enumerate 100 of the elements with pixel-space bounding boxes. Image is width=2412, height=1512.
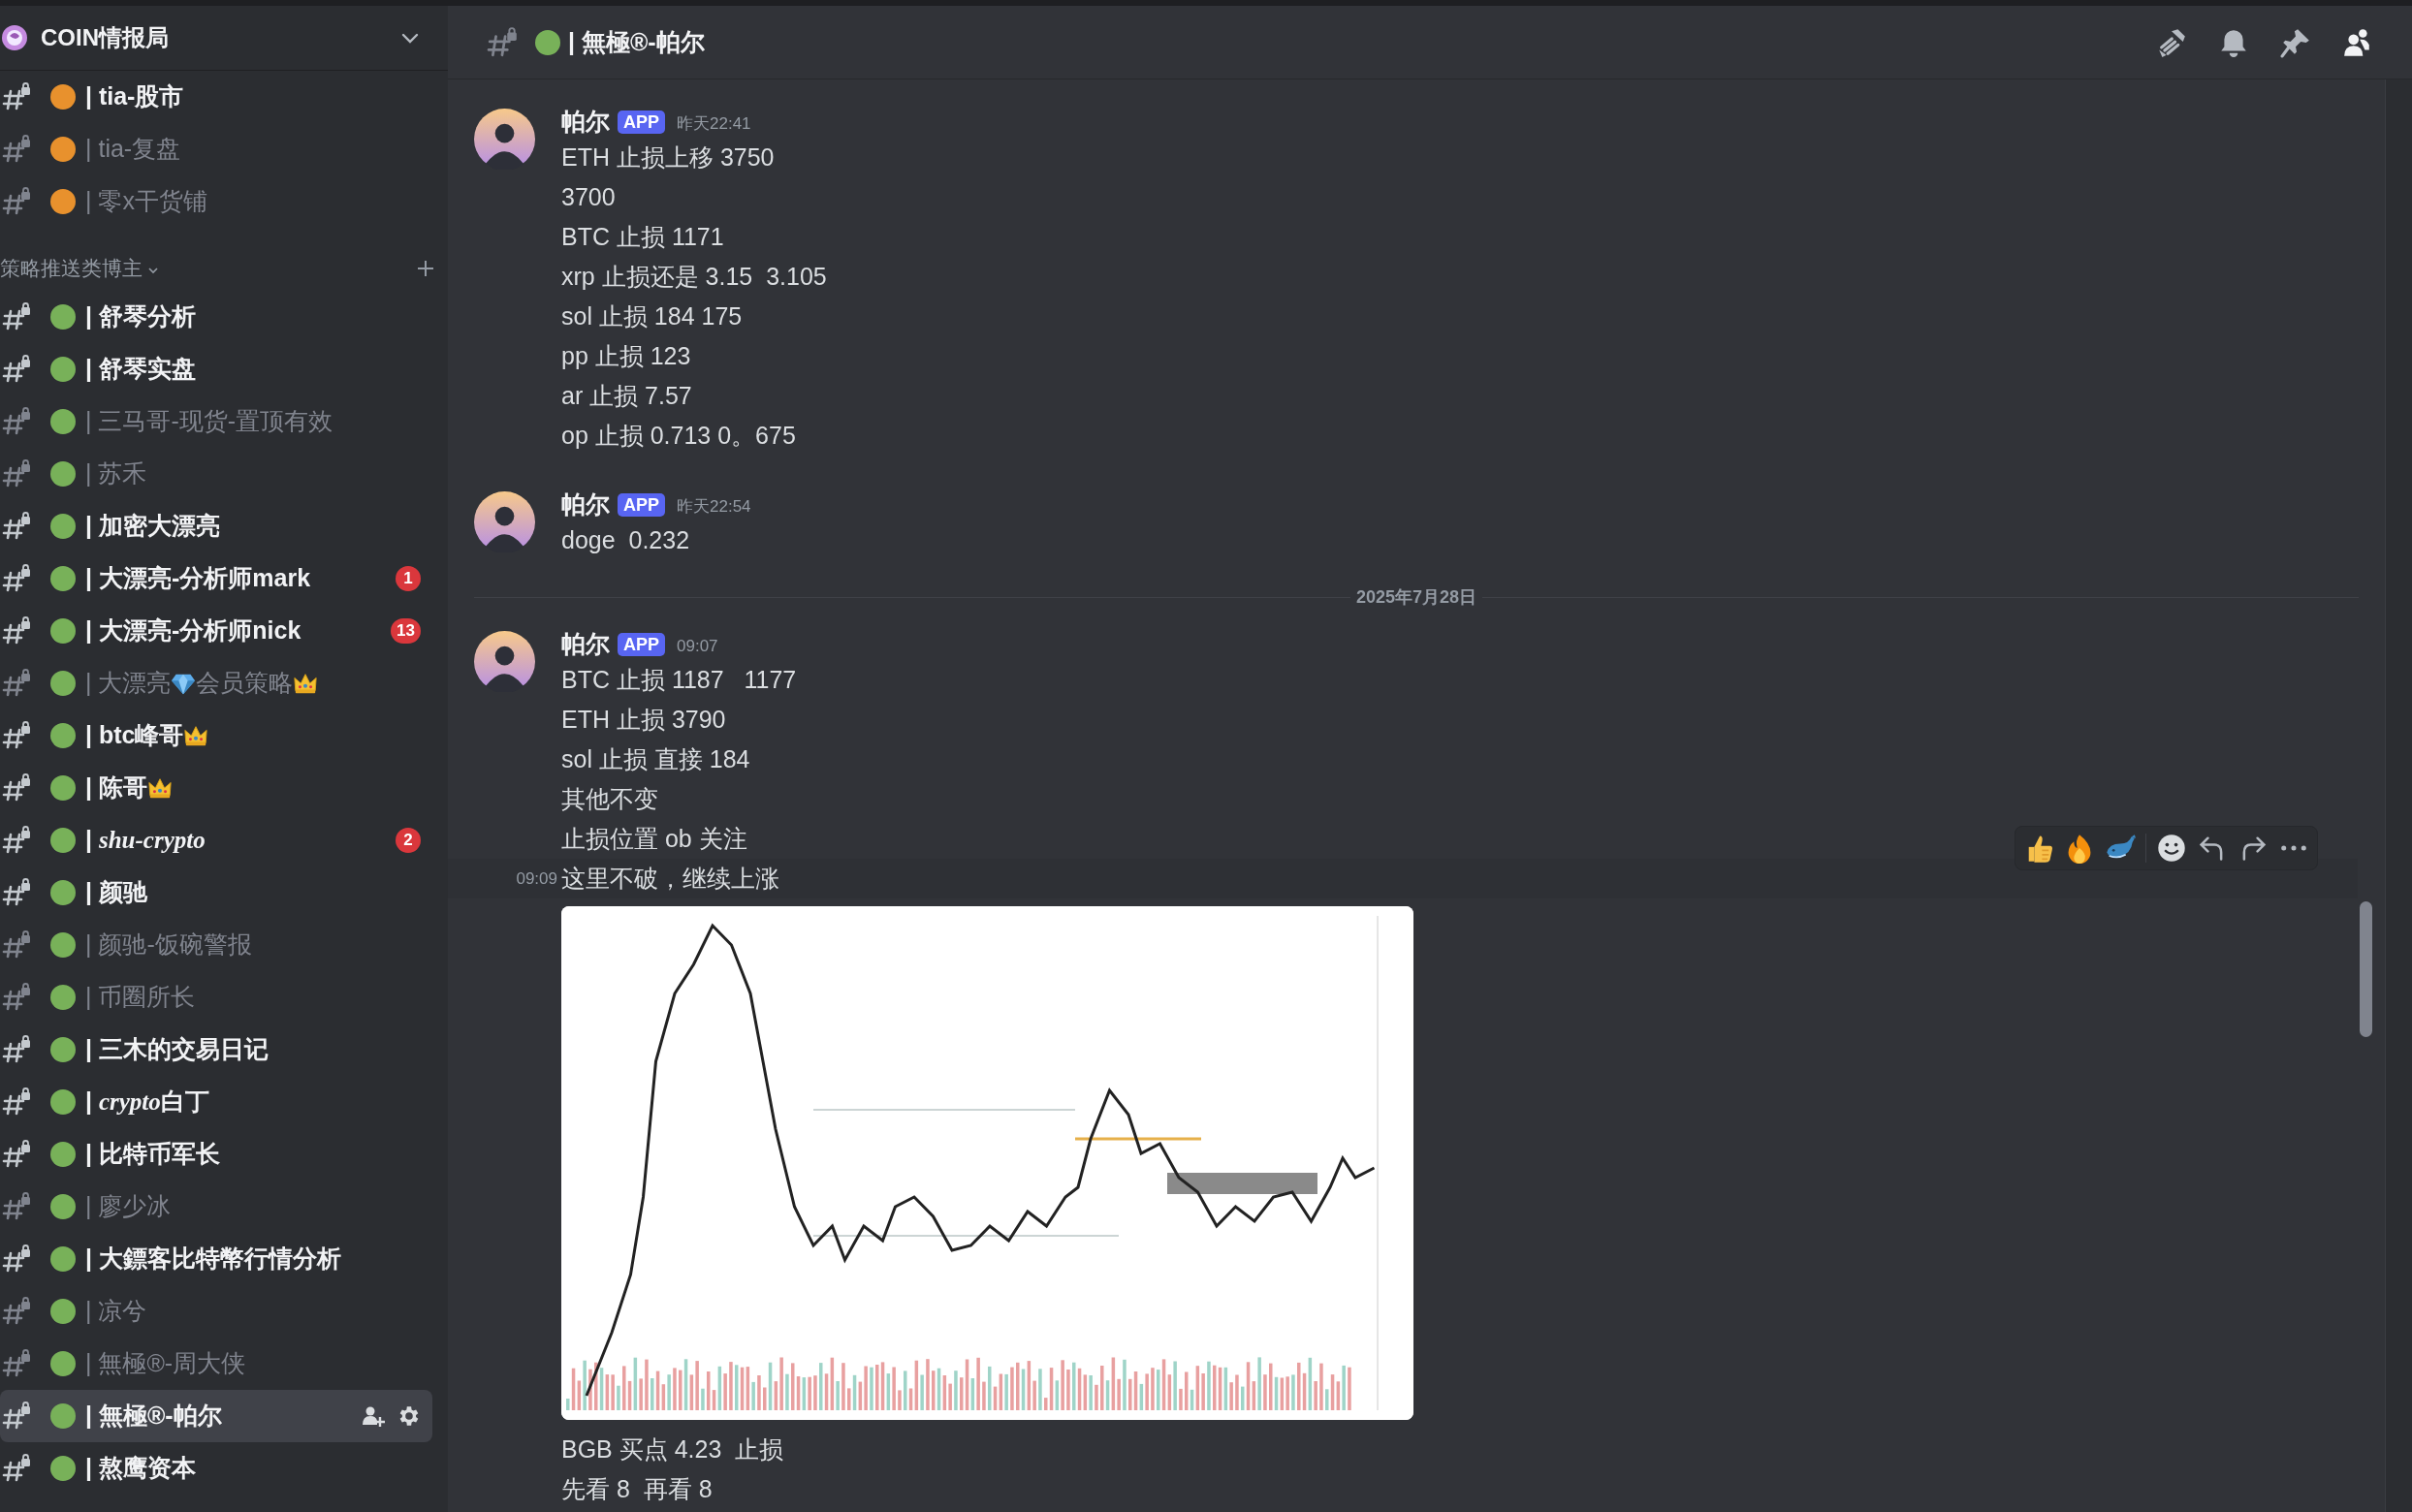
channel-item[interactable]: | 凉兮 xyxy=(0,1285,432,1338)
emoji-icon[interactable] xyxy=(2156,833,2187,864)
channel-item[interactable]: | 比特币军长 xyxy=(0,1128,432,1181)
message-text: 止损位置 ob 关注 xyxy=(561,824,748,854)
message-text: ar 止损 7.57 xyxy=(561,381,693,411)
locked-channel-icon xyxy=(2,1244,33,1274)
channel-item[interactable]: | 三木的交易日记 xyxy=(0,1024,432,1076)
unread-badge: 1 xyxy=(396,566,421,591)
add-icon[interactable] xyxy=(415,258,436,279)
locked-channel-icon xyxy=(2,82,33,111)
channel-item[interactable]: | 颜驰-饭碗警报 xyxy=(0,919,432,971)
locked-channel-icon xyxy=(2,773,33,803)
avatar[interactable] xyxy=(474,491,535,552)
channel-name: | 三木的交易日记 xyxy=(85,1034,269,1065)
author-name[interactable]: 帕尔 xyxy=(561,626,610,663)
locked-channel-icon xyxy=(2,826,33,855)
locked-channel-icon xyxy=(2,187,33,216)
locked-channel-icon xyxy=(2,1192,33,1221)
channel-name: | 零x干货铺 xyxy=(85,186,207,217)
channel-name: | 大漂亮-分析师nick xyxy=(85,615,302,646)
timestamp: 昨天22:54 xyxy=(677,496,751,519)
channel-item[interactable]: | 加密大漂亮 xyxy=(0,500,432,552)
pin-icon[interactable] xyxy=(2280,26,2311,58)
channel-item[interactable]: | tia-复盘 xyxy=(0,123,432,175)
unread-badge: 2 xyxy=(396,828,421,853)
locked-channel-icon xyxy=(2,1297,33,1326)
channel-item[interactable]: | tia-股市 xyxy=(0,71,432,123)
locked-channel-icon xyxy=(2,983,33,1012)
locked-channel-icon xyxy=(2,1349,33,1378)
locked-channel-icon xyxy=(2,302,33,331)
server-icon[interactable] xyxy=(0,23,29,52)
channel-item[interactable]: | 舒琴分析 xyxy=(0,291,432,343)
message-text: BTC 止损 1187 1177 xyxy=(561,665,797,695)
avatar[interactable] xyxy=(474,109,535,170)
channel-item[interactable]: | shu-crypto 2 xyxy=(0,814,432,866)
locked-channel-icon xyxy=(2,407,33,436)
locked-channel-icon xyxy=(2,669,33,698)
channel-item[interactable]: | 陈哥 xyxy=(0,762,432,814)
channel-item[interactable]: | 颜驰 xyxy=(0,866,432,919)
channel-name: | 廖少冰 xyxy=(85,1191,172,1222)
message-text: sol 止损 直接 184 xyxy=(561,744,751,774)
channel-item[interactable]: | 無極®-帕尔 xyxy=(0,1390,432,1442)
channel-name: | 苏禾 xyxy=(85,458,147,489)
channel-name: | btc峰哥 xyxy=(85,720,184,751)
channel-item[interactable]: | btc峰哥 xyxy=(0,709,432,762)
server-name[interactable]: COIN情报局 xyxy=(41,20,169,55)
author-name[interactable]: 帕尔 xyxy=(561,104,610,141)
scrollbar-thumb[interactable] xyxy=(2360,901,2372,1037)
message-text: doge 0.232 xyxy=(561,525,691,555)
channel-item[interactable]: | 零x干货铺 xyxy=(0,175,432,228)
avatar[interactable] xyxy=(474,631,535,692)
channel-item[interactable]: | 舒琴实盘 xyxy=(0,343,432,395)
channel-item[interactable]: | 大漂亮-分析师mark 1 xyxy=(0,552,432,605)
locked-channel-icon xyxy=(2,616,33,646)
app-tag: APP xyxy=(618,633,665,656)
locked-channel-icon xyxy=(2,135,33,164)
message-text: pp 止损 123 xyxy=(561,341,692,371)
locked-channel-icon xyxy=(2,1140,33,1169)
locked-channel-icon xyxy=(2,930,33,960)
message-text: ETH 止损 3790 xyxy=(561,705,727,735)
channel-name: | tia-复盘 xyxy=(85,134,181,165)
author-name[interactable]: 帕尔 xyxy=(561,487,610,523)
channel-item[interactable]: | 大漂亮 会员策略 xyxy=(0,657,432,709)
message-text: BTC 止损 1171 xyxy=(561,222,725,252)
channel-name: | 加密大漂亮 xyxy=(85,511,220,542)
channel-name: | tia-股市 xyxy=(85,81,184,112)
channel-name: | 颜驰 xyxy=(85,877,147,908)
message-text: BGB 买点 4.23 止损 xyxy=(561,1434,784,1465)
channel-name: 会员策略 xyxy=(196,668,294,699)
channel-item[interactable]: | 大漂亮-分析师nick 13 xyxy=(0,605,432,657)
channel-item[interactable]: | 币圈所长 xyxy=(0,971,432,1024)
locked-channel-icon xyxy=(2,721,33,750)
message-text: 这里不破，继续上涨 xyxy=(561,864,779,894)
message-text: xrp 止损还是 3.15 3.105 xyxy=(561,262,827,292)
locked-channel-icon xyxy=(2,878,33,907)
channel-name: | 颜驰-饭碗警报 xyxy=(85,929,252,961)
channel-item[interactable]: | 苏禾 xyxy=(0,448,432,500)
timestamp: 09:09 xyxy=(516,867,557,890)
channel-item[interactable]: | 大鏢客比特幣行情分析 xyxy=(0,1233,432,1285)
channel-item[interactable]: | 廖少冰 xyxy=(0,1181,432,1233)
channel-item[interactable]: | 三马哥-现货-置顶有效 xyxy=(0,395,432,448)
locked-channel-icon xyxy=(2,1454,33,1483)
message-text: 3700 xyxy=(561,182,617,212)
channel-item[interactable]: | 無極®-周大侠 xyxy=(0,1338,432,1390)
locked-channel-icon xyxy=(2,355,33,384)
channel-name: | 大鏢客比特幣行情分析 xyxy=(85,1244,341,1275)
app-tag: APP xyxy=(618,493,665,517)
message-text: 其他不变 xyxy=(561,784,659,814)
channel-item[interactable]: | 熬鹰资本 xyxy=(0,1442,432,1495)
locked-channel-icon xyxy=(2,512,33,541)
channel-item[interactable]: | crypto白丁 xyxy=(0,1076,432,1128)
locked-channel-icon xyxy=(2,1087,33,1117)
unread-badge: 13 xyxy=(391,618,421,644)
channel-name: | 陈哥 xyxy=(85,772,147,803)
crown-icon xyxy=(183,723,209,748)
channel-title: | 無極®-帕尔 xyxy=(568,26,705,57)
locked-channel-icon xyxy=(2,564,33,593)
locked-channel-icon xyxy=(2,1402,33,1431)
locked-channel-icon xyxy=(2,1035,33,1064)
category-label[interactable]: 策略推送类博主 xyxy=(0,252,143,283)
